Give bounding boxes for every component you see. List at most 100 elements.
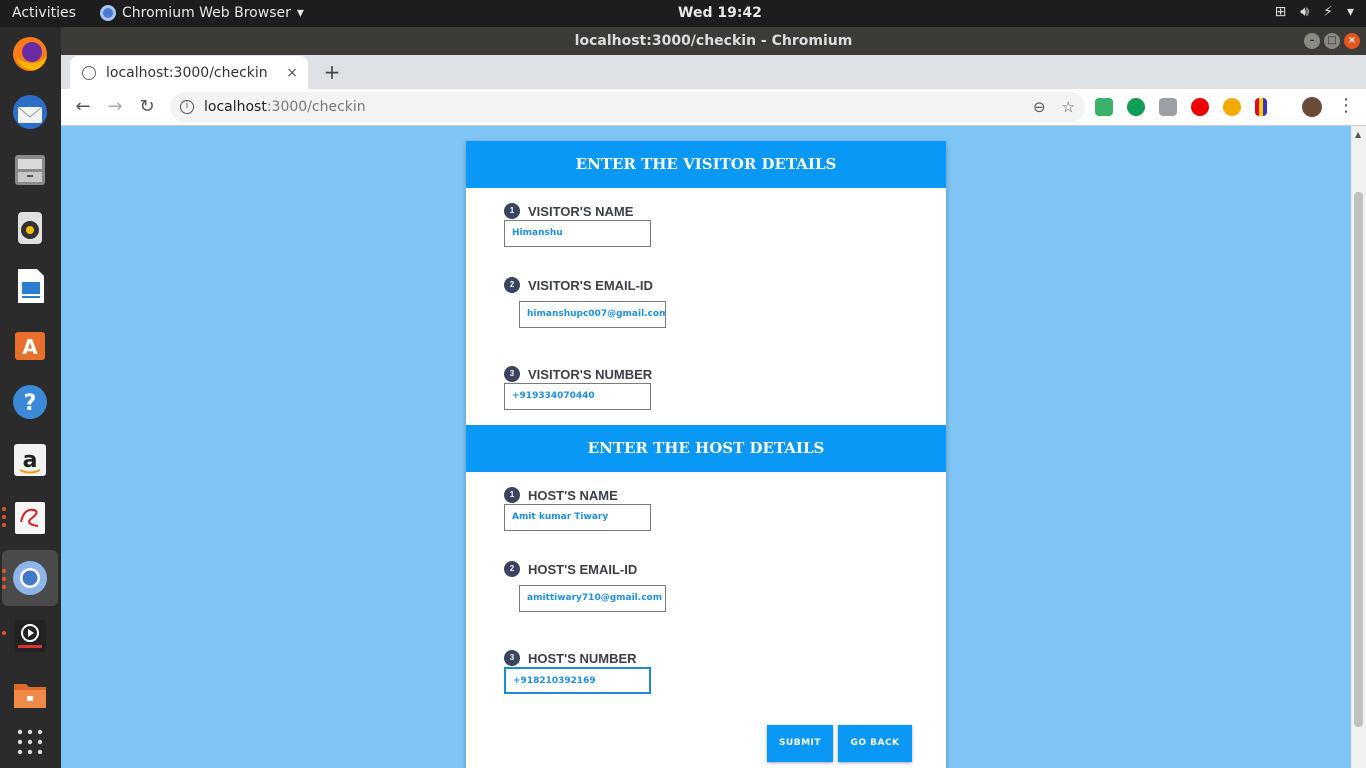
step-badge: 2 (504, 277, 520, 293)
document-viewer-icon[interactable] (8, 496, 52, 540)
running-indicator (2, 577, 6, 581)
forward-arrow-icon[interactable]: → (103, 95, 127, 119)
field-label-text: VISITOR'S NUMBER (528, 366, 653, 382)
running-indicator (2, 507, 6, 511)
field-label-text: HOST'S NAME (528, 487, 618, 503)
ubuntu-software-icon[interactable]: A (8, 322, 52, 366)
profile-avatar[interactable] (1302, 97, 1322, 117)
host-number-input[interactable]: +918210392169 (504, 667, 651, 694)
go-back-button[interactable]: GO BACK (838, 725, 912, 762)
running-indicator (2, 585, 6, 589)
step-badge: 3 (504, 366, 520, 382)
step-badge: 3 (504, 650, 520, 666)
help-icon[interactable]: ? (8, 380, 52, 424)
visitor-email-label: 2 VISITOR'S EMAIL-ID (504, 277, 653, 293)
dock: A ? a (0, 27, 61, 768)
scrollbar-thumb[interactable] (1354, 192, 1363, 727)
network-icon[interactable]: ⊞ (1275, 4, 1287, 20)
host-email-label: 2 HOST'S EMAIL-ID (504, 561, 637, 577)
chromium-dock-icon[interactable] (8, 556, 52, 600)
page-viewport: ENTER THE VISITOR DETAILS 1 VISITOR'S NA… (61, 126, 1366, 768)
extension-hangouts-icon[interactable] (1127, 98, 1145, 116)
clock[interactable]: Wed 19:42 (678, 5, 762, 21)
host-name-input[interactable]: Amit kumar Tiwary (504, 504, 651, 531)
tab-checkin[interactable]: localhost:3000/checkin × (70, 56, 308, 89)
activities-button[interactable]: Activities (12, 5, 76, 21)
maximize-icon[interactable]: □ (1324, 33, 1340, 49)
step-badge: 1 (504, 203, 520, 219)
field-label-text: HOST'S NUMBER (528, 650, 637, 666)
submit-button[interactable]: SUBMIT (767, 725, 833, 762)
menu-kebab-icon[interactable]: ⋮ (1337, 95, 1355, 116)
extension-glasses-icon[interactable] (1223, 98, 1241, 116)
extensions-area (1095, 98, 1267, 116)
svg-text:a: a (23, 448, 38, 473)
checkin-form-card: ENTER THE VISITOR DETAILS 1 VISITOR'S NA… (466, 141, 946, 768)
show-applications-icon[interactable] (8, 720, 52, 764)
globe-icon (82, 65, 96, 80)
page-scrollbar[interactable]: ▲ (1351, 126, 1366, 768)
browser-toolbar: ← → ↻ i localhost:3000/checkin ⊖ ☆ ⋮ (61, 89, 1366, 126)
tab-strip: localhost:3000/checkin × + (61, 55, 1366, 89)
url-host: localhost (204, 99, 267, 115)
running-indicator (2, 523, 6, 527)
address-bar[interactable]: i localhost:3000/checkin ⊖ ☆ (170, 92, 1085, 122)
power-menu-icon[interactable]: ▾ (1347, 4, 1354, 20)
battery-icon[interactable]: ⚡︎ (1323, 4, 1333, 20)
url-path: :3000/checkin (266, 99, 366, 115)
extension-bars-icon[interactable] (1255, 98, 1267, 116)
app-menu[interactable]: Chromium Web Browser ▾ (100, 5, 304, 21)
app-menu-label: Chromium Web Browser (122, 5, 291, 21)
field-label-text: HOST'S EMAIL-ID (528, 561, 638, 577)
visitor-section-header: ENTER THE VISITOR DETAILS (466, 141, 946, 188)
amazon-icon[interactable]: a (8, 438, 52, 482)
field-label-text: VISITOR'S EMAIL-ID (528, 277, 653, 293)
host-email-input[interactable]: amittiwary710@gmail.com (519, 585, 666, 612)
tab-label: localhost:3000/checkin (106, 64, 268, 81)
visitor-number-input[interactable]: +919334070440 (504, 383, 651, 410)
extension-inbox-icon[interactable] (1095, 98, 1113, 116)
chevron-down-icon: ▾ (296, 5, 304, 21)
browser-window: localhost:3000/checkin - Chromium – □ × … (61, 27, 1366, 768)
extension-adblock-icon[interactable] (1191, 98, 1209, 116)
window-titlebar[interactable]: localhost:3000/checkin - Chromium – □ × (61, 27, 1366, 55)
firefox-icon[interactable] (8, 32, 52, 76)
file-cabinet-icon[interactable] (8, 148, 52, 192)
back-arrow-icon[interactable]: ← (71, 95, 95, 119)
window-title: localhost:3000/checkin - Chromium (574, 33, 853, 49)
visitor-number-label: 3 VISITOR'S NUMBER (504, 366, 652, 382)
host-name-label: 1 HOST'S NAME (504, 487, 618, 503)
reload-icon[interactable]: ↻ (135, 95, 159, 119)
new-tab-button[interactable]: + (319, 59, 345, 85)
site-info-icon[interactable]: i (180, 100, 194, 114)
scroll-up-arrow-icon[interactable]: ▲ (1355, 130, 1361, 139)
rhythmbox-icon[interactable] (8, 206, 52, 250)
tab-close-icon[interactable]: × (286, 65, 298, 81)
omnibox-actions: ⊖ ☆ (1033, 98, 1075, 116)
step-badge: 1 (504, 487, 520, 503)
chromium-icon (100, 5, 116, 21)
file-manager-icon[interactable] (8, 672, 52, 716)
visitor-name-label: 1 VISITOR'S NAME (504, 203, 633, 219)
running-indicator (2, 515, 6, 519)
visitor-name-input[interactable]: Himanshu (504, 220, 651, 247)
libreoffice-writer-icon[interactable] (8, 264, 52, 308)
field-label-text: VISITOR'S NAME (528, 203, 634, 219)
minimize-icon[interactable]: – (1304, 33, 1320, 49)
host-section-header: ENTER THE HOST DETAILS (466, 425, 946, 472)
system-tray[interactable]: ⊞ 🔊︎ ⚡︎ ▾ (1275, 4, 1354, 20)
step-badge: 2 (504, 561, 520, 577)
host-number-label: 3 HOST'S NUMBER (504, 650, 637, 666)
running-indicator (2, 631, 6, 635)
bookmark-star-icon[interactable]: ☆ (1062, 98, 1075, 116)
extension-chat-icon[interactable] (1159, 98, 1177, 116)
video-player-icon[interactable] (8, 614, 52, 658)
close-icon[interactable]: × (1344, 33, 1360, 49)
svg-text:A: A (22, 335, 38, 359)
zoom-icon[interactable]: ⊖ (1033, 98, 1046, 116)
svg-text:?: ? (24, 391, 37, 416)
visitor-email-input[interactable]: himanshupc007@gmail.com (519, 301, 666, 328)
running-indicator (2, 569, 6, 573)
thunderbird-icon[interactable] (8, 90, 52, 134)
volume-icon[interactable]: 🔊︎ (1300, 4, 1309, 20)
